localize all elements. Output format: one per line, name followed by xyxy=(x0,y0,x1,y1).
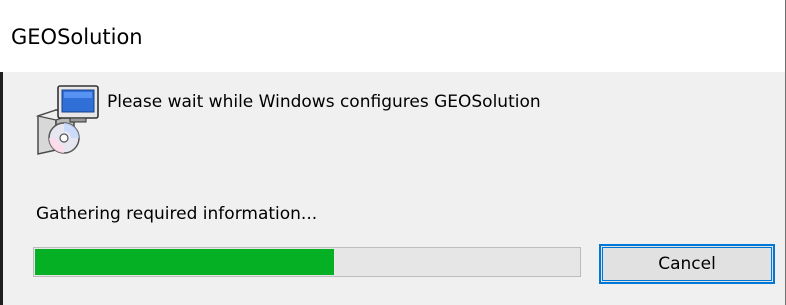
window-border-left xyxy=(0,72,3,305)
installer-dialog: GEOSolution Please wait while Windows co… xyxy=(0,0,786,305)
title-bar[interactable]: GEOSolution xyxy=(0,0,786,72)
installer-icon xyxy=(35,85,99,155)
progress-bar-fill xyxy=(35,249,334,275)
configure-message: Please wait while Windows configures GEO… xyxy=(107,92,541,112)
progress-bar xyxy=(33,247,581,277)
status-text: Gathering required information... xyxy=(36,204,318,224)
window-title: GEOSolution xyxy=(11,25,143,49)
cancel-button[interactable]: Cancel xyxy=(599,244,775,284)
